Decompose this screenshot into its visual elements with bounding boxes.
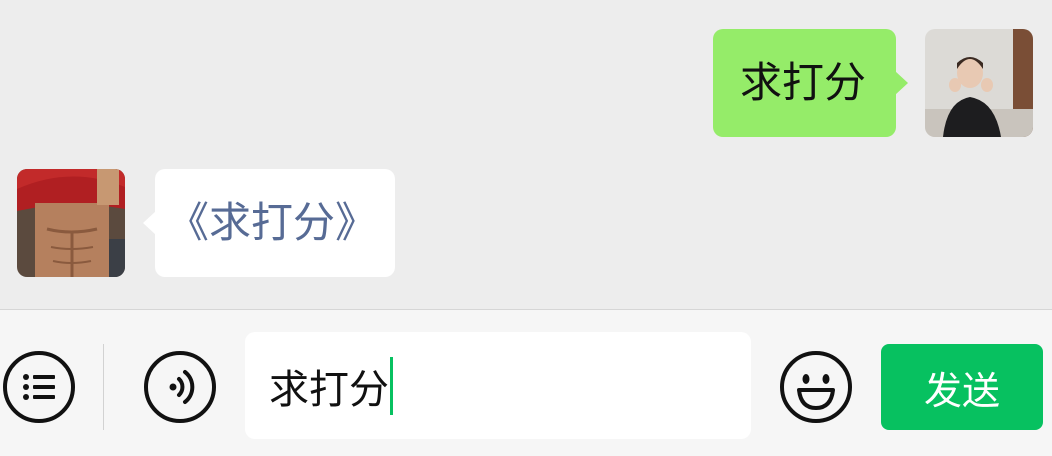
contact-avatar[interactable] bbox=[17, 169, 125, 277]
my-avatar-image bbox=[925, 29, 1033, 137]
text-cursor bbox=[390, 356, 393, 415]
my-message-text: 求打分 bbox=[740, 58, 867, 107]
voice-button[interactable] bbox=[143, 350, 217, 424]
contact-message-text: 《求打分》 bbox=[167, 198, 378, 247]
contact-avatar-image bbox=[17, 169, 125, 277]
menu-button[interactable] bbox=[2, 350, 76, 424]
menu-list-icon bbox=[3, 351, 75, 423]
emoji-button[interactable] bbox=[779, 350, 853, 424]
input-bar: 求打分 发送 bbox=[0, 309, 1052, 456]
send-button[interactable]: 发送 bbox=[881, 344, 1043, 430]
my-avatar[interactable] bbox=[925, 29, 1033, 137]
message-input-value: 求打分 bbox=[269, 366, 389, 413]
message-input[interactable]: 求打分 bbox=[245, 332, 751, 439]
voice-icon bbox=[144, 351, 216, 423]
toolbar-divider bbox=[103, 344, 104, 430]
chat-area: 求打分 《求打分》 bbox=[0, 0, 1052, 309]
contact-message-bubble[interactable]: 《求打分》 bbox=[143, 169, 395, 277]
my-message-bubble[interactable]: 求打分 bbox=[713, 29, 908, 137]
emoji-icon bbox=[780, 351, 852, 423]
